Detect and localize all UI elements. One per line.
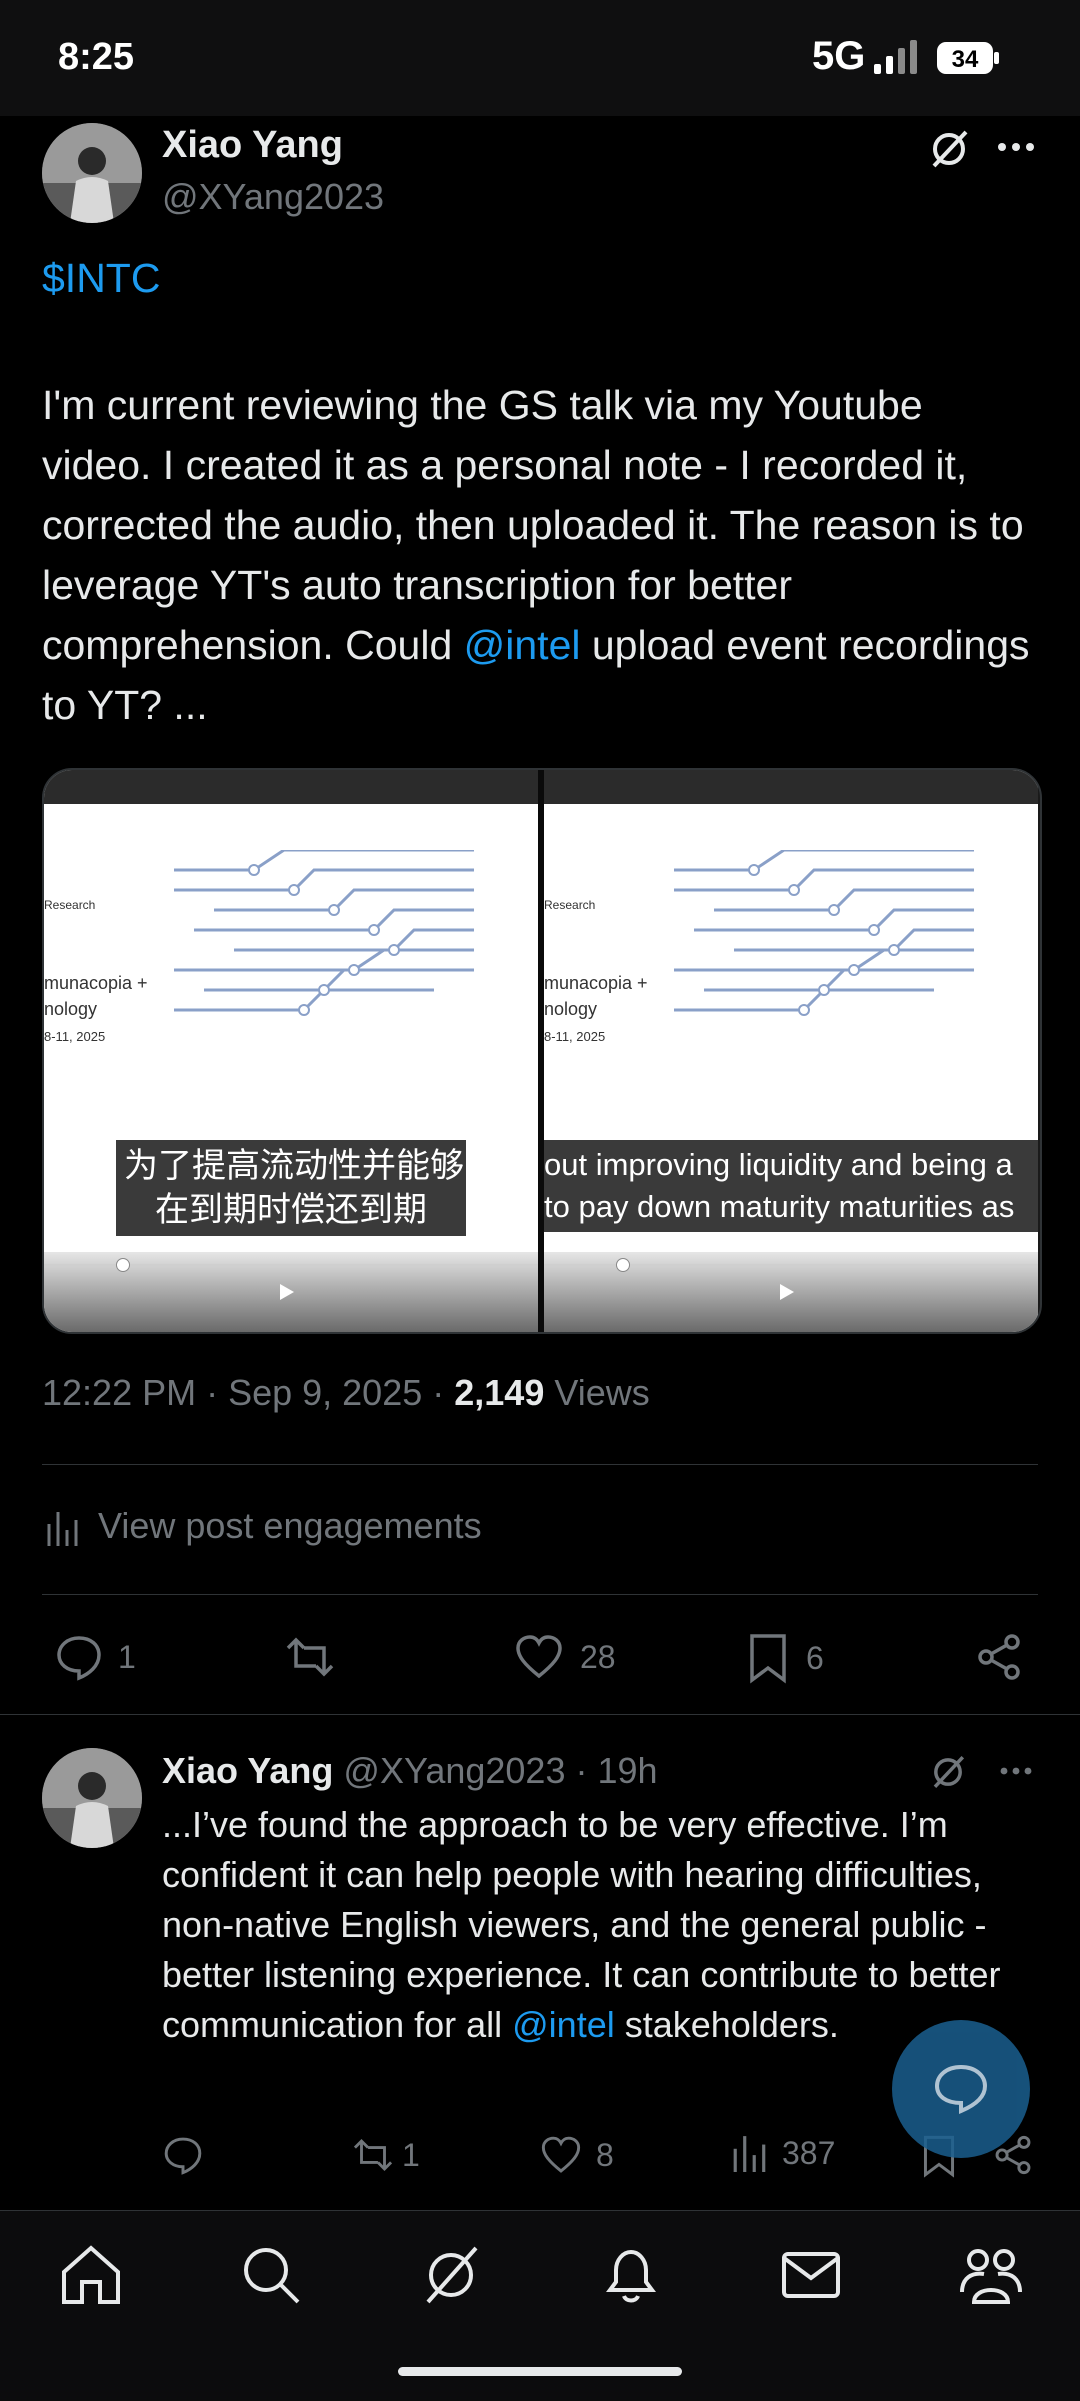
avatar-image xyxy=(42,1748,142,1848)
home-icon[interactable] xyxy=(56,2240,126,2310)
reply-age: · 19h xyxy=(565,1750,658,1791)
circuit-graphic xyxy=(174,850,474,1016)
slide-date: 8-11, 2025 xyxy=(544,1029,606,1044)
video-frame-right[interactable]: Research munacopia + nology 8-11, 2025 o… xyxy=(544,770,1038,1332)
reply-button[interactable] xyxy=(162,2134,204,2176)
bookmark-button[interactable]: 6 xyxy=(748,1632,824,1684)
repost-icon xyxy=(286,1637,334,1677)
views-count: 2,149 xyxy=(454,1372,545,1413)
reply-count: 1 xyxy=(118,1638,136,1675)
caption-line2: 在到期时偿还到期 xyxy=(155,1191,427,1229)
share-button[interactable] xyxy=(974,1632,1024,1682)
bookmark-count: 6 xyxy=(806,1639,824,1676)
status-bar: 8:25 5G 34 xyxy=(0,0,1080,116)
messages-icon[interactable] xyxy=(776,2240,846,2310)
caption-line1: out improving liquidity and being a xyxy=(544,1147,1013,1182)
repost-button[interactable] xyxy=(282,1632,338,1682)
chat-bubble-icon xyxy=(934,2064,988,2115)
share-icon xyxy=(978,1634,1020,1680)
reply-avatar[interactable] xyxy=(42,1748,142,1848)
more-options-icon[interactable] xyxy=(998,1765,1034,1777)
like-button[interactable]: 8 xyxy=(540,2134,614,2176)
reply-author-name[interactable]: Xiao Yang xyxy=(162,1750,333,1791)
battery-level: 34 xyxy=(952,46,979,73)
slide-research: Research xyxy=(44,898,96,912)
slide-title-line2: nology xyxy=(544,999,598,1019)
bookmark-icon xyxy=(750,1634,786,1684)
subtitle-caption: out improving liquidity and being a to p… xyxy=(544,1140,1038,1232)
more-options-icon[interactable] xyxy=(996,140,1036,154)
play-icon[interactable] xyxy=(778,1282,796,1302)
caption-line1: 为了提高流动性并能够 xyxy=(124,1147,464,1185)
reply-icon xyxy=(164,2137,202,2175)
progress-handle[interactable] xyxy=(116,1258,130,1272)
analytics-icon xyxy=(47,1512,78,1546)
grok-icon[interactable] xyxy=(926,126,972,172)
slide-research: Research xyxy=(544,898,596,912)
circuit-graphic xyxy=(674,850,974,1016)
view-engagements-link[interactable]: View post engagements xyxy=(98,1505,482,1547)
reply-header: Xiao Yang @XYang2023 · 19h xyxy=(162,1750,658,1792)
cashtag-link[interactable]: $INTC xyxy=(42,255,160,302)
analytics-icon xyxy=(733,2136,766,2172)
like-count: 28 xyxy=(580,1638,616,1675)
media-gallery[interactable]: Research munacopia + nology 8-11, 2025 为… xyxy=(42,768,1042,1334)
divider xyxy=(42,1464,1038,1465)
mention-intel[interactable]: @intel xyxy=(512,2004,615,2045)
status-time: 8:25 xyxy=(58,36,135,78)
like-count: 8 xyxy=(596,2136,614,2173)
compose-reply-button[interactable] xyxy=(892,2020,1030,2158)
video-topbar xyxy=(544,770,1038,804)
slide-title-line1: munacopia + xyxy=(44,973,148,993)
divider xyxy=(42,1594,1038,1595)
notifications-icon[interactable] xyxy=(596,2240,666,2310)
slide-date: 8-11, 2025 xyxy=(44,1029,106,1044)
repost-button[interactable]: 1 xyxy=(350,2134,420,2176)
play-icon[interactable] xyxy=(278,1282,296,1302)
reply-text-part2: stakeholders. xyxy=(614,2004,839,2045)
grok-icon[interactable] xyxy=(928,1752,968,1792)
slide-title-line2: nology xyxy=(44,999,98,1019)
heart-icon xyxy=(541,2136,581,2173)
post-text: I'm current reviewing the GS talk via my… xyxy=(42,375,1042,735)
repost-count: 1 xyxy=(402,2136,420,2173)
author-handle[interactable]: @XYang2023 xyxy=(162,176,384,218)
reply-text: ...I’ve found the approach to be very ef… xyxy=(162,1800,1012,2050)
divider xyxy=(0,1714,1080,1715)
slide-title-line1: munacopia + xyxy=(544,973,648,993)
home-indicator[interactable] xyxy=(398,2367,682,2376)
battery-icon: 34 xyxy=(937,42,999,74)
views-count: 387 xyxy=(782,2134,836,2171)
views-button[interactable]: 387 xyxy=(732,2134,835,2172)
communities-icon[interactable] xyxy=(956,2240,1026,2310)
reply-icon xyxy=(57,1636,101,1681)
repost-icon xyxy=(353,2139,393,2171)
reply-author-handle[interactable]: @XYang2023 xyxy=(343,1750,565,1791)
subtitle-caption: 为了提高流动性并能够 在到期时偿还到期 xyxy=(116,1140,466,1236)
avatar[interactable] xyxy=(42,123,142,223)
views-label: Views xyxy=(544,1372,650,1413)
like-button[interactable]: 28 xyxy=(514,1632,616,1682)
progress-handle[interactable] xyxy=(616,1258,630,1272)
network-type: 5G xyxy=(812,34,866,78)
video-frame-left[interactable]: Research munacopia + nology 8-11, 2025 为… xyxy=(44,770,538,1332)
video-topbar xyxy=(44,770,538,804)
post-metadata: 12:22 PM · Sep 9, 2025 · 2,149 Views xyxy=(42,1372,650,1414)
caption-line2: to pay down maturity maturities as xyxy=(544,1189,1015,1224)
signal-icon xyxy=(874,40,917,74)
reply-button[interactable]: 1 xyxy=(54,1632,136,1682)
post-timestamp: 12:22 PM · Sep 9, 2025 · xyxy=(42,1372,455,1413)
mention-intel[interactable]: @intel xyxy=(464,622,581,668)
search-icon[interactable] xyxy=(236,2240,306,2310)
heart-icon xyxy=(516,1635,562,1679)
author-name[interactable]: Xiao Yang xyxy=(162,124,343,167)
grok-icon[interactable] xyxy=(416,2240,486,2310)
avatar-image xyxy=(42,123,142,223)
